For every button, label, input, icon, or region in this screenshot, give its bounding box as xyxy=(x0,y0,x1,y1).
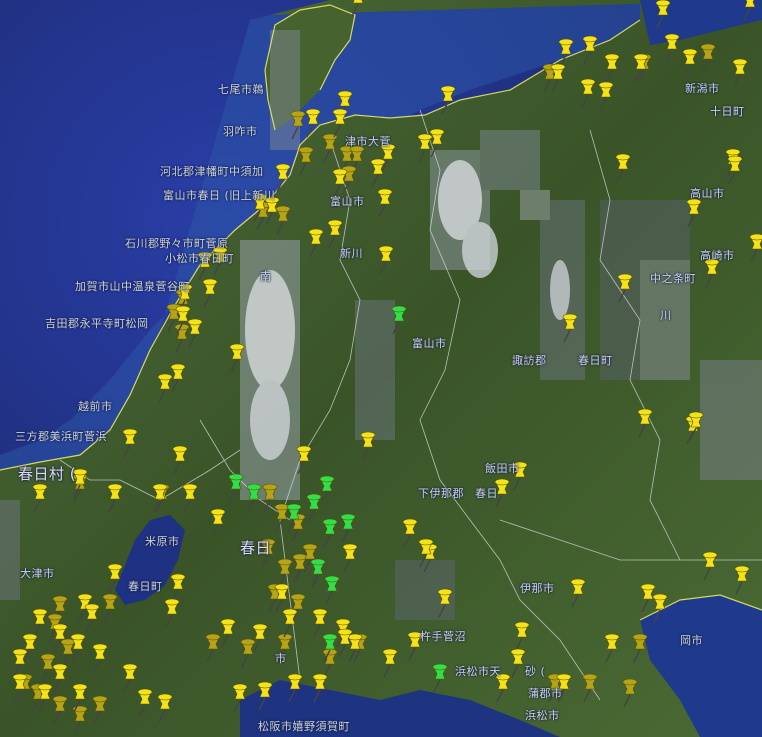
satellite-imagery xyxy=(0,0,762,737)
place-label: 諏訪郡 xyxy=(512,354,547,367)
place-label: 春日 xyxy=(240,539,272,557)
place-label: 浜松市天 xyxy=(455,665,501,678)
place-label: 杵手菅沼 xyxy=(420,630,466,643)
place-label: 河北郡津幡町中須加 xyxy=(160,165,264,178)
place-label: 津市大菅 xyxy=(345,135,391,148)
place-label: 蒲郡市 xyxy=(528,687,563,700)
place-label: 浜松市 xyxy=(525,709,560,722)
place-label: 富山市 xyxy=(412,337,447,350)
place-label: 松阪市嬉野須賀町 xyxy=(258,720,350,733)
place-label: 羽咋市 xyxy=(223,125,258,138)
place-label: 下伊那郡 xyxy=(418,487,464,500)
place-label: 春日町 xyxy=(128,580,163,593)
place-label: 三方郡美浜町菅浜 xyxy=(15,430,107,443)
place-label: 石川郡野々市町菅原 xyxy=(125,237,229,250)
place-label: 伊那市 xyxy=(520,582,555,595)
place-label: 砂 ( xyxy=(525,665,546,678)
place-label: 春日 xyxy=(475,487,498,500)
place-label: 加賀市山中温泉菅谷町 xyxy=(75,280,190,293)
place-label: 新川 xyxy=(340,247,363,260)
place-label: 十日町 xyxy=(710,105,745,118)
place-label: 米原市 xyxy=(145,535,180,548)
place-label: 七尾市鵜 xyxy=(218,83,264,96)
place-label: 吉田郡永平寺町松岡 xyxy=(45,317,149,330)
place-label: 川 xyxy=(660,309,672,322)
place-label: 小松市春日町 xyxy=(165,252,234,265)
place-label: 飯田市 xyxy=(485,462,520,475)
place-label: 南 xyxy=(260,270,272,283)
place-label: 新潟市 xyxy=(685,82,720,95)
place-label: 春日町 xyxy=(578,354,613,367)
place-label: 岡市 xyxy=(680,634,703,647)
place-label: 高崎市 xyxy=(700,249,735,262)
place-label: 春日村 ( xyxy=(18,465,77,483)
place-label: 大津市 xyxy=(20,567,55,580)
place-label: 中之条町 xyxy=(650,272,696,285)
place-label: 市 xyxy=(275,652,287,665)
place-label: 越前市 xyxy=(78,400,113,413)
map-view[interactable]: 七尾市鵜羽咋市河北郡津幡町中須加 富山市春日 (旧上新川石川郡野々市町菅原小松市春… xyxy=(0,0,762,737)
place-label: 富山市 xyxy=(330,195,365,208)
place-label: 高山市 xyxy=(690,187,725,200)
place-label: 富山市春日 (旧上新川 xyxy=(163,189,276,202)
